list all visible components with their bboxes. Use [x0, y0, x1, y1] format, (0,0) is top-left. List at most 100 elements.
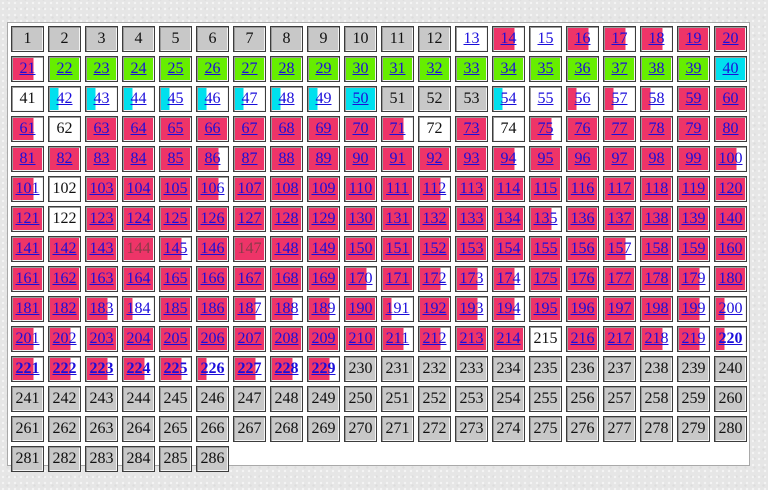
- grid-cell-link[interactable]: 57: [612, 90, 628, 107]
- grid-cell-link[interactable]: 39: [686, 60, 702, 77]
- grid-cell-link[interactable]: 126: [201, 210, 225, 227]
- grid-cell[interactable]: 45: [159, 86, 192, 112]
- grid-cell[interactable]: 161: [11, 266, 44, 292]
- grid-cell[interactable]: 42: [48, 86, 81, 112]
- grid-cell[interactable]: 96: [566, 146, 599, 172]
- grid-cell-link[interactable]: 36: [575, 60, 591, 77]
- grid-cell[interactable]: 151: [381, 236, 414, 262]
- grid-cell-link[interactable]: 98: [649, 150, 665, 167]
- grid-cell[interactable]: 219: [677, 326, 710, 352]
- grid-cell-link[interactable]: 202: [53, 330, 77, 347]
- grid-cell[interactable]: 119: [677, 176, 710, 202]
- grid-cell[interactable]: 79: [677, 116, 710, 142]
- grid-cell[interactable]: 44: [122, 86, 155, 112]
- grid-cell[interactable]: 59: [677, 86, 710, 112]
- grid-cell[interactable]: 24: [122, 56, 155, 82]
- grid-cell[interactable]: 156: [566, 236, 599, 262]
- grid-cell-link[interactable]: 187: [238, 300, 262, 317]
- grid-cell-link[interactable]: 70: [353, 120, 369, 137]
- grid-cell-link[interactable]: 50: [353, 90, 369, 107]
- grid-cell[interactable]: 117: [603, 176, 636, 202]
- grid-cell[interactable]: 164: [122, 266, 155, 292]
- grid-cell[interactable]: 116: [566, 176, 599, 202]
- grid-cell-link[interactable]: 113: [460, 180, 483, 197]
- grid-cell-link[interactable]: 42: [57, 90, 73, 107]
- grid-cell-link[interactable]: 48: [279, 90, 295, 107]
- grid-cell-link[interactable]: 146: [201, 240, 225, 257]
- grid-cell[interactable]: 99: [677, 146, 710, 172]
- grid-cell[interactable]: 107: [233, 176, 266, 202]
- grid-cell[interactable]: 133: [455, 206, 488, 232]
- grid-cell[interactable]: 192: [418, 296, 451, 322]
- grid-cell[interactable]: 162: [48, 266, 81, 292]
- grid-cell[interactable]: 55: [529, 86, 562, 112]
- grid-cell-link[interactable]: 79: [686, 120, 702, 137]
- grid-cell-link[interactable]: 104: [127, 180, 151, 197]
- grid-cell-link[interactable]: 166: [201, 270, 225, 287]
- grid-cell[interactable]: 19: [677, 26, 710, 52]
- grid-cell[interactable]: 84: [122, 146, 155, 172]
- grid-cell-link[interactable]: 81: [20, 150, 36, 167]
- grid-cell[interactable]: 212: [418, 326, 451, 352]
- grid-cell-link[interactable]: 84: [131, 150, 147, 167]
- grid-cell-link[interactable]: 59: [686, 90, 702, 107]
- grid-cell-link[interactable]: 190: [349, 300, 373, 317]
- grid-cell[interactable]: 134: [492, 206, 525, 232]
- grid-cell[interactable]: 118: [640, 176, 673, 202]
- grid-cell-link[interactable]: 171: [386, 270, 410, 287]
- grid-cell[interactable]: 89: [307, 146, 340, 172]
- grid-cell-link[interactable]: 64: [131, 120, 147, 137]
- grid-cell-link[interactable]: 55: [538, 90, 554, 107]
- grid-cell-link[interactable]: 145: [164, 240, 188, 257]
- grid-cell-link[interactable]: 54: [501, 90, 517, 107]
- grid-cell[interactable]: 153: [455, 236, 488, 262]
- grid-cell[interactable]: 48: [270, 86, 303, 112]
- grid-cell-link[interactable]: 225: [164, 360, 188, 377]
- grid-cell-link[interactable]: 49: [316, 90, 332, 107]
- grid-cell[interactable]: 94: [492, 146, 525, 172]
- grid-cell-link[interactable]: 160: [719, 240, 743, 257]
- grid-cell[interactable]: 172: [418, 266, 451, 292]
- grid-cell-link[interactable]: 94: [501, 150, 517, 167]
- grid-cell[interactable]: 93: [455, 146, 488, 172]
- grid-cell-link[interactable]: 181: [16, 300, 40, 317]
- grid-cell[interactable]: 170: [344, 266, 377, 292]
- grid-cell-link[interactable]: 152: [423, 240, 447, 257]
- grid-cell[interactable]: 159: [677, 236, 710, 262]
- grid-cell-link[interactable]: 142: [53, 240, 77, 257]
- grid-cell[interactable]: 193: [455, 296, 488, 322]
- grid-cell[interactable]: 220: [714, 326, 747, 352]
- grid-cell[interactable]: 208: [270, 326, 303, 352]
- grid-cell-link[interactable]: 38: [649, 60, 665, 77]
- grid-cell[interactable]: 78: [640, 116, 673, 142]
- grid-cell-link[interactable]: 216: [571, 330, 595, 347]
- grid-cell[interactable]: 137: [603, 206, 636, 232]
- grid-cell[interactable]: 167: [233, 266, 266, 292]
- grid-cell[interactable]: 129: [307, 206, 340, 232]
- grid-cell[interactable]: 21: [11, 56, 44, 82]
- grid-cell[interactable]: 43: [85, 86, 118, 112]
- grid-cell-link[interactable]: 96: [575, 150, 591, 167]
- grid-cell[interactable]: 105: [159, 176, 192, 202]
- grid-cell[interactable]: 66: [196, 116, 229, 142]
- grid-cell-link[interactable]: 34: [501, 60, 517, 77]
- grid-cell-link[interactable]: 27: [242, 60, 258, 77]
- grid-cell-link[interactable]: 127: [238, 210, 262, 227]
- grid-cell-link[interactable]: 134: [497, 210, 521, 227]
- grid-cell[interactable]: 195: [529, 296, 562, 322]
- grid-cell[interactable]: 128: [270, 206, 303, 232]
- grid-cell-link[interactable]: 206: [201, 330, 225, 347]
- grid-cell[interactable]: 200: [714, 296, 747, 322]
- grid-cell-link[interactable]: 226: [201, 360, 225, 377]
- grid-cell-link[interactable]: 45: [168, 90, 184, 107]
- grid-cell[interactable]: 139: [677, 206, 710, 232]
- grid-cell[interactable]: 35: [529, 56, 562, 82]
- grid-cell[interactable]: 205: [159, 326, 192, 352]
- grid-cell-link[interactable]: 32: [427, 60, 443, 77]
- grid-cell-link[interactable]: 178: [645, 270, 669, 287]
- grid-cell-link[interactable]: 168: [275, 270, 299, 287]
- grid-cell[interactable]: 188: [270, 296, 303, 322]
- grid-cell[interactable]: 190: [344, 296, 377, 322]
- grid-cell-link[interactable]: 141: [16, 240, 40, 257]
- grid-cell-link[interactable]: 153: [460, 240, 484, 257]
